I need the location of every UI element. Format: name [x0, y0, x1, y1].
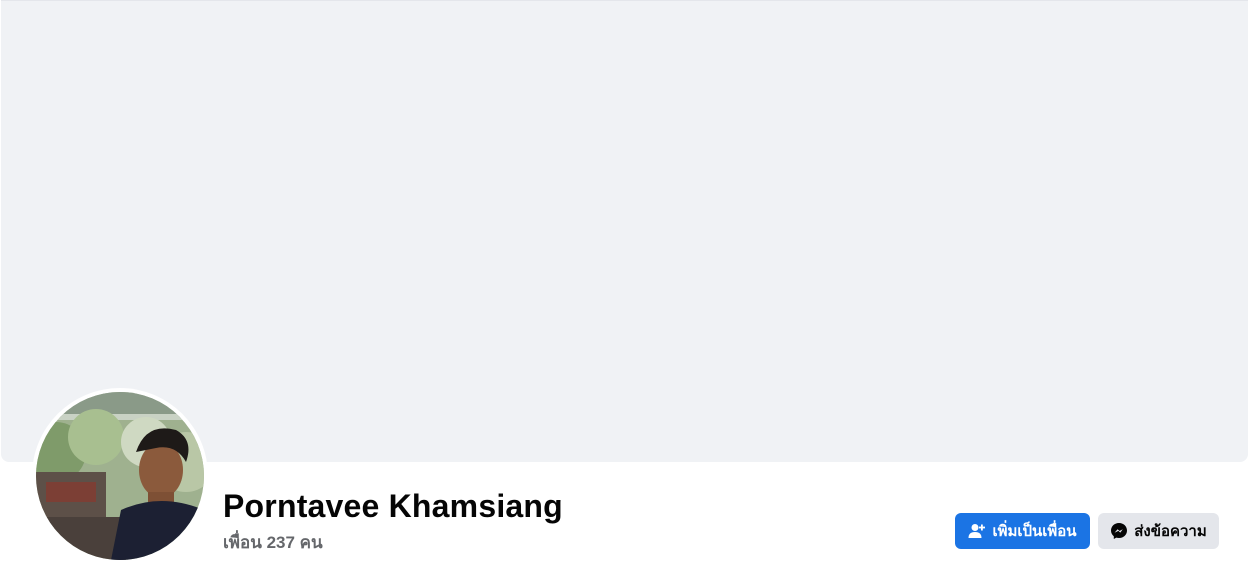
send-message-label: ส่งข้อความ — [1134, 523, 1207, 540]
avatar-photo — [36, 392, 204, 560]
friends-count[interactable]: เพื่อน 237 คน — [223, 529, 323, 556]
messenger-icon — [1110, 522, 1128, 540]
profile-header: Porntavee Khamsiang เพื่อน 237 คน เพิ่มเ… — [0, 0, 1249, 581]
add-friend-label: เพิ่มเป็นเพื่อน — [992, 523, 1077, 540]
send-message-button[interactable]: ส่งข้อความ — [1098, 513, 1219, 549]
profile-name: Porntavee Khamsiang — [223, 488, 563, 524]
add-friend-button[interactable]: เพิ่มเป็นเพื่อน — [955, 513, 1090, 549]
person-add-icon — [968, 522, 986, 540]
profile-avatar[interactable] — [32, 388, 208, 564]
